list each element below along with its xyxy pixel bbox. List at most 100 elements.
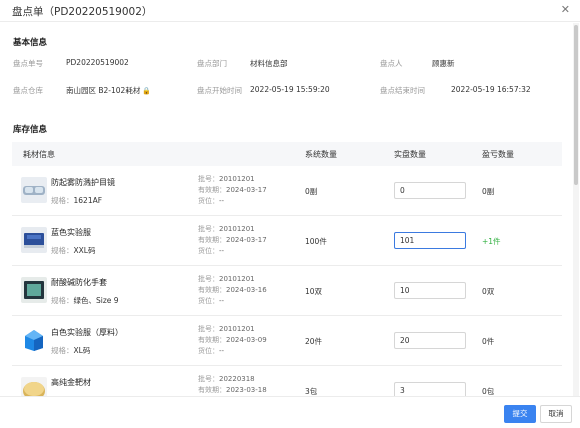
expiry-label: 有效期：	[198, 386, 226, 394]
diff-qty: +1件	[482, 237, 501, 246]
expiry-label: 有效期：	[198, 236, 226, 244]
batch-info: 批号：20101201 有效期：2024-03-17 货位：--	[198, 174, 267, 207]
location-label: 货位：	[198, 297, 219, 305]
spec-label: 规格：	[51, 196, 74, 205]
col-system-qty: 系统数量	[305, 150, 337, 159]
diff-qty: 0包	[482, 387, 495, 396]
person-value: 顾惠新	[432, 59, 455, 68]
batch-value: 20101201	[219, 275, 255, 283]
actual-qty-input[interactable]: 3	[394, 382, 466, 396]
table-row: 白色实验服（厚料） 规格：XL码 批号：20101201 有效期：2024-03…	[12, 316, 562, 366]
location-value: --	[219, 297, 225, 305]
col-diff-qty: 盈亏数量	[482, 150, 514, 159]
table-row: 耐酸碱防化手套 规格：绿色、Size 9 批号：20101201 有效期：202…	[12, 266, 562, 316]
material-spec: 规格：XXL码	[51, 245, 95, 256]
material-name: 白色实验服（厚料）	[51, 328, 123, 337]
expiry-value: 2023-03-18	[226, 386, 267, 394]
goggles-thumbnail	[21, 177, 47, 203]
batch-label: 批号：	[198, 175, 219, 183]
expiry-value: 2024-03-17	[226, 236, 267, 244]
material-name: 蓝色实验服	[51, 228, 91, 237]
spec-value: XXL码	[73, 246, 96, 255]
warehouse-label: 盘点仓库	[13, 86, 43, 95]
material-name: 防起雾防溅护目镜	[51, 178, 115, 187]
batch-info: 批号：20101201 有效期：2024-03-17 货位：--	[198, 224, 267, 257]
spec-label: 规格：	[51, 246, 74, 255]
spec-value: 绿色、Size 9	[73, 296, 119, 305]
location-value: --	[219, 247, 225, 255]
material-name: 高纯金靶材	[51, 378, 91, 387]
vertical-scrollbar[interactable]	[573, 23, 579, 396]
expiry-label: 有效期：	[198, 336, 226, 344]
batch-info: 批号：20101201 有效期：2024-03-09 货位：--	[198, 324, 267, 357]
dialog-titlebar: 盘点单（PD20220519002） ✕	[0, 0, 580, 22]
table-row: 蓝色实验服 规格：XXL码 批号：20101201 有效期：2024-03-17…	[12, 216, 562, 266]
system-qty: 3包	[305, 387, 318, 396]
location-label: 货位：	[198, 347, 219, 355]
batch-value: 20101201	[219, 175, 255, 183]
batch-value: 20101201	[219, 225, 255, 233]
spec-label: 规格：	[51, 296, 74, 305]
stock-table-header: 耗材信息 系统数量 实盘数量 盈亏数量	[12, 142, 562, 166]
batch-label: 批号：	[198, 225, 219, 233]
expiry-label: 有效期：	[198, 186, 226, 194]
close-icon[interactable]: ✕	[561, 3, 570, 16]
dialog-title: 盘点单（PD20220519002）	[12, 6, 153, 18]
spec-label: 规格：	[51, 346, 74, 355]
lab-coat-blue-thumbnail	[21, 227, 47, 253]
lab-coat-white-thumbnail	[21, 327, 47, 353]
actual-qty-input[interactable]: 10	[394, 282, 466, 299]
warehouse-text: 南山园区 B2-102耗材	[66, 86, 141, 95]
material-name: 耐酸碱防化手套	[51, 278, 107, 287]
batch-info: 批号：20101201 有效期：2024-03-16 货位：--	[198, 274, 267, 307]
cancel-button[interactable]: 取消	[540, 405, 572, 423]
actual-qty-input[interactable]: 0	[394, 182, 466, 199]
scrollbar-thumb[interactable]	[574, 25, 578, 185]
actual-qty-input[interactable]: 101	[394, 232, 466, 249]
expiry-label: 有效期：	[198, 286, 226, 294]
system-qty: 20件	[305, 337, 323, 346]
lock-icon: 🔒	[142, 87, 152, 95]
dialog-footer: 提交 取消	[0, 396, 580, 428]
batch-label: 批号：	[198, 375, 219, 383]
submit-button[interactable]: 提交	[504, 405, 536, 423]
col-material: 耗材信息	[23, 150, 55, 159]
table-row: 防起雾防溅护目镜 规格：1621AF 批号：20101201 有效期：2024-…	[12, 166, 562, 216]
spec-value: 1621AF	[73, 196, 103, 205]
col-actual-qty: 实盘数量	[394, 150, 426, 159]
actual-qty-input[interactable]: 20	[394, 332, 466, 349]
location-value: --	[219, 197, 225, 205]
order-no-label: 盘点单号	[13, 59, 43, 68]
location-label: 货位：	[198, 197, 219, 205]
material-spec: 规格：绿色、Size 9	[51, 295, 119, 306]
dept-label: 盘点部门	[197, 59, 227, 68]
warehouse-value: 南山园区 B2-102耗材 🔒	[66, 85, 151, 96]
inventory-count-dialog: 盘点单（PD20220519002） ✕ 基本信息 盘点单号 PD2022051…	[0, 0, 580, 428]
table-row: 高纯金靶材 规格：固体 批号：20220318 有效期：2023-03-18 货…	[12, 366, 562, 396]
expiry-value: 2024-03-16	[226, 286, 267, 294]
batch-value: 20220318	[219, 375, 255, 383]
gloves-thumbnail	[21, 277, 47, 303]
person-label: 盘点人	[380, 59, 403, 68]
batch-value: 20101201	[219, 325, 255, 333]
start-time-value: 2022-05-19 15:59:20	[250, 85, 330, 94]
dialog-body: 基本信息 盘点单号 PD20220519002 盘点部门 材料信息部 盘点人 顾…	[0, 23, 572, 396]
gold-target-thumbnail	[21, 377, 47, 396]
diff-qty: 0副	[482, 187, 495, 196]
order-no-value: PD20220519002	[66, 58, 129, 67]
batch-label: 批号：	[198, 275, 219, 283]
expiry-value: 2024-03-09	[226, 336, 267, 344]
dept-value: 材料信息部	[250, 59, 288, 68]
basic-info-title: 基本信息	[13, 38, 48, 48]
end-time-label: 盘点结束时间	[380, 86, 425, 95]
diff-qty: 0件	[482, 337, 495, 346]
location-label: 货位：	[198, 247, 219, 255]
spec-value: XL码	[73, 346, 91, 355]
diff-qty: 0双	[482, 287, 495, 296]
batch-info: 批号：20220318 有效期：2023-03-18 货位：--	[198, 374, 267, 396]
material-spec: 规格：1621AF	[51, 195, 102, 206]
batch-label: 批号：	[198, 325, 219, 333]
stock-info-title: 库存信息	[13, 125, 48, 135]
material-spec: 规格：XL码	[51, 345, 90, 356]
location-value: --	[219, 347, 225, 355]
